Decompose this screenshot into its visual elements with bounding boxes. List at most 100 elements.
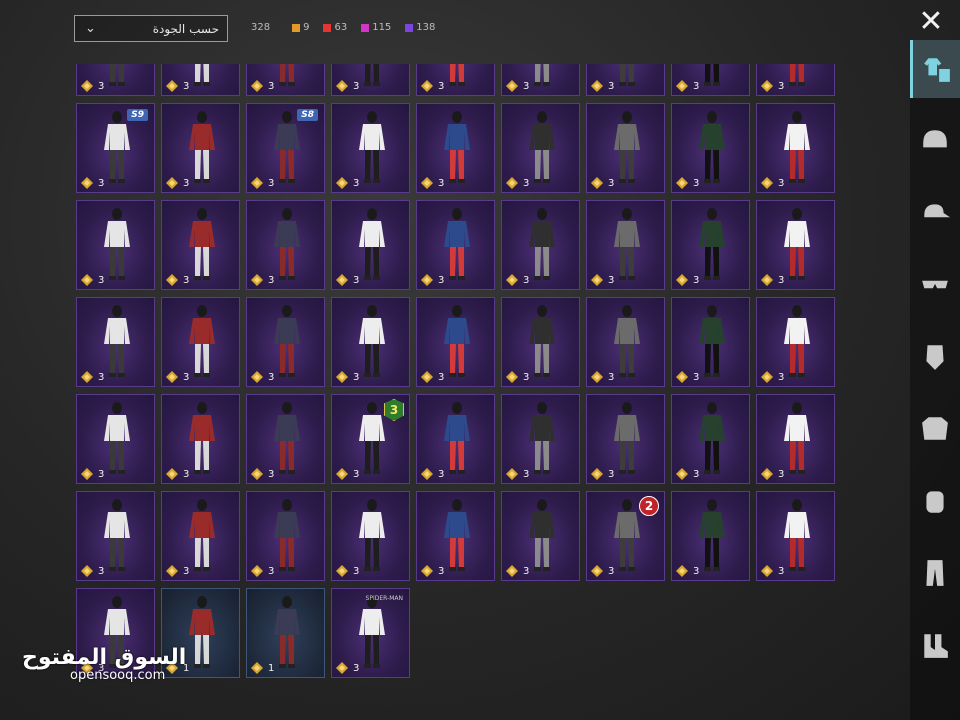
outfit-figure-icon [359, 305, 385, 377]
sidebar-tab-shoes[interactable] [910, 616, 960, 674]
outfit-item[interactable]: 3 [586, 394, 665, 484]
outfit-item[interactable]: 3 [671, 64, 750, 96]
outfit-item[interactable]: 3 [586, 103, 665, 193]
item-quantity-value: 3 [438, 177, 445, 189]
item-quantity: 3 [81, 177, 104, 189]
item-quantity: 3 [676, 371, 699, 383]
close-icon[interactable]: ✕ [916, 7, 946, 38]
outfit-item[interactable]: 3 [416, 491, 495, 581]
coupon-diamond-icon [676, 468, 688, 480]
item-quantity-value: 3 [778, 565, 785, 577]
item-quantity: 3 [251, 371, 274, 383]
outfit-item[interactable]: 3 [416, 64, 495, 96]
outfit-figure-icon [274, 111, 300, 183]
item-quantity: 3 [336, 177, 359, 189]
sidebar-tab-pants[interactable] [910, 544, 960, 602]
outfit-item[interactable]: 3 [161, 64, 240, 96]
outfit-item[interactable]: 3 [671, 297, 750, 387]
outfit-item[interactable]: 3 [756, 297, 835, 387]
coupon-diamond-icon [251, 177, 263, 189]
outfit-item[interactable]: 3 [501, 103, 580, 193]
outfit-figure-icon [359, 499, 385, 571]
coupon-diamond-icon [421, 177, 433, 189]
outfit-item[interactable]: 3 S9 [76, 103, 155, 193]
outfit-item[interactable]: 3 [76, 491, 155, 581]
outfit-item[interactable]: 3 [161, 394, 240, 484]
outfit-item[interactable]: 3 [331, 491, 410, 581]
outfit-item[interactable]: 3 [246, 394, 325, 484]
outfit-item[interactable]: 3 [756, 64, 835, 96]
outfit-item[interactable]: 3 [756, 491, 835, 581]
item-quantity: 3 [506, 80, 529, 92]
outfit-item[interactable]: 3 [76, 297, 155, 387]
outfit-figure-icon [104, 208, 130, 280]
outfit-item[interactable]: 3 [416, 200, 495, 290]
outfit-item[interactable]: 3 [331, 200, 410, 290]
outfit-item[interactable]: 1 [246, 588, 325, 678]
sidebar-tab-backpack[interactable] [910, 472, 960, 530]
season-badge: S8 [297, 109, 318, 121]
outfit-item[interactable]: 3 [756, 200, 835, 290]
item-quantity: 3 [676, 274, 699, 286]
outfit-item[interactable]: 3 SPIDER-MAN [331, 588, 410, 678]
outfit-item[interactable]: 3 [416, 394, 495, 484]
outfit-item[interactable]: 3 [756, 103, 835, 193]
outfit-item[interactable]: 3 [161, 200, 240, 290]
sidebar-tab-cap[interactable] [910, 184, 960, 242]
outfit-item[interactable]: 3 [586, 200, 665, 290]
outfit-item[interactable]: 3 [76, 200, 155, 290]
item-quantity-value: 3 [693, 468, 700, 480]
outfit-item[interactable]: 3 [586, 297, 665, 387]
sort-dropdown[interactable]: ⌄ حسب الجودة [74, 15, 228, 42]
outfit-item[interactable]: 3 [501, 394, 580, 484]
watermark-latin: opensooq.com [70, 668, 166, 683]
sidebar-tab-jacket[interactable] [910, 400, 960, 458]
outfit-item[interactable]: 3 [416, 103, 495, 193]
outfit-item[interactable]: 3 [501, 200, 580, 290]
outfit-figure-icon [274, 208, 300, 280]
item-quantity-value: 3 [523, 80, 530, 92]
item-quantity-value: 3 [353, 371, 360, 383]
outfit-item[interactable]: 3 [331, 64, 410, 96]
outfit-item[interactable]: 3 [756, 394, 835, 484]
outfit-item[interactable]: 3 [76, 394, 155, 484]
outfit-item[interactable]: 3 [161, 491, 240, 581]
outfit-item[interactable]: 3 [246, 491, 325, 581]
outfit-figure-icon [444, 208, 470, 280]
coupon-diamond-icon [421, 565, 433, 577]
outfit-item[interactable]: 3 [161, 297, 240, 387]
outfit-item[interactable]: 3 S8 [246, 103, 325, 193]
mask-icon [926, 345, 944, 370]
outfit-item[interactable]: 3 [671, 491, 750, 581]
sidebar-tab-helmet[interactable] [910, 112, 960, 170]
item-quantity: 3 [81, 371, 104, 383]
outfit-item[interactable]: 3 [501, 64, 580, 96]
outfit-item[interactable]: 3 [671, 394, 750, 484]
outfit-item[interactable]: 3 [246, 297, 325, 387]
outfit-item[interactable]: 3 [501, 491, 580, 581]
outfit-item[interactable]: 3 [416, 297, 495, 387]
item-quantity-value: 3 [268, 177, 275, 189]
outfit-item[interactable]: 3 [246, 64, 325, 96]
sidebar-tab-mask[interactable] [910, 328, 960, 386]
item-quantity: 3 [591, 274, 614, 286]
item-cover-text: SPIDER-MAN [365, 595, 403, 602]
sidebar-tab-glasses[interactable] [910, 256, 960, 314]
outfit-item[interactable]: 33 [331, 394, 410, 484]
outfit-item[interactable]: 32 [586, 491, 665, 581]
outfit-item[interactable]: 3 [501, 297, 580, 387]
outfit-item[interactable]: 3 [331, 297, 410, 387]
outfit-figure-icon [444, 111, 470, 183]
outfit-item[interactable]: 3 [671, 200, 750, 290]
sidebar-tab-outfit[interactable] [910, 40, 960, 98]
outfit-item[interactable]: 3 [586, 64, 665, 96]
season-badge: S9 [127, 109, 148, 121]
item-quantity: 3 [421, 565, 444, 577]
item-quantity: 3 [336, 565, 359, 577]
outfit-item[interactable]: 3 [76, 64, 155, 96]
outfit-item[interactable]: 3 [331, 103, 410, 193]
tier-count-value: 138 [416, 22, 436, 33]
outfit-item[interactable]: 3 [161, 103, 240, 193]
outfit-item[interactable]: 3 [246, 200, 325, 290]
outfit-item[interactable]: 3 [671, 103, 750, 193]
